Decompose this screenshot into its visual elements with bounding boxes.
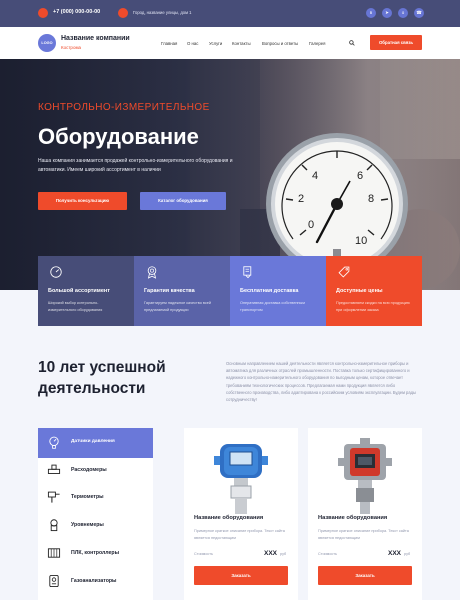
gauge-tick-2: 2 <box>298 193 304 205</box>
nav-link-services[interactable]: Услуги <box>209 41 222 46</box>
catalog-menu: Датчики давления Расходомеры Термометры … <box>38 428 153 600</box>
catalog-item-label: ПЛК, контроллеры <box>71 550 120 556</box>
catalog-item-label: Газоанализаторы <box>71 578 117 584</box>
feature-card-quality: Гарантия качества Гарантируем надежное к… <box>134 256 230 326</box>
telegram-icon[interactable]: ➤ <box>382 8 392 18</box>
gauge-icon <box>50 266 62 278</box>
gauge-tick-6: 6 <box>357 170 363 182</box>
order-button[interactable]: Заказать <box>318 566 412 585</box>
catalog-item-gas-analyzers[interactable]: Газоанализаторы <box>38 567 153 597</box>
callback-button[interactable]: Обратная связь <box>370 35 422 50</box>
price-tag-icon <box>338 266 350 278</box>
catalog-item-level-meters[interactable]: Уровнемеры <box>38 511 153 541</box>
whatsapp-icon[interactable]: ☎ <box>414 8 424 18</box>
search-icon[interactable] <box>349 40 355 46</box>
nav-link-contacts[interactable]: Контакты <box>232 41 251 46</box>
product-description: Примерное краткое описание прибора. Текс… <box>194 529 285 540</box>
price-label: Стоимость <box>194 552 214 556</box>
feature-text: Широкий выбор контрольно-измерительного … <box>48 301 103 312</box>
plc-controller-icon <box>47 548 61 558</box>
location-icon <box>118 8 128 18</box>
pressure-sensor-icon <box>49 436 59 449</box>
catalog-item-flowmeters[interactable]: Расходомеры <box>38 456 153 486</box>
about-text: Основным направлением нашей деятельности… <box>226 361 416 403</box>
nav-link-about[interactable]: О нас <box>187 41 198 46</box>
feature-text: Оперативная доставка собственным транспо… <box>240 301 305 312</box>
catalog-item-label: Уровнемеры <box>71 522 104 528</box>
flowmeter-icon <box>47 464 61 474</box>
top-bar: +7 (000) 000-00-00 Город, название улицы… <box>0 0 460 27</box>
catalog-item-label: Термометры <box>71 494 104 500</box>
feature-text: Гарантируем надежное качество всей предл… <box>144 301 211 312</box>
product-price: ХХХ <box>388 550 402 557</box>
order-button[interactable]: Заказать <box>194 566 288 585</box>
feature-title: Большой ассортимент <box>48 288 110 294</box>
price-label: Стоимость <box>318 552 338 556</box>
feature-title: Доступные цены <box>336 288 383 294</box>
nav-link-gallery[interactable]: Галерея <box>309 41 325 46</box>
award-icon <box>147 266 157 279</box>
catalog-item-plc[interactable]: ПЛК, контроллеры <box>38 539 153 569</box>
gauge-tick-10: 10 <box>355 235 367 247</box>
about-title: 10 лет успешной деятельности <box>38 359 166 397</box>
delivery-icon <box>243 266 252 279</box>
company-name: Название компании <box>61 35 130 42</box>
phone-link[interactable]: +7 (000) 000-00-00 <box>53 9 100 15</box>
city-selector[interactable]: Кострома <box>61 45 81 50</box>
nav-link-faq[interactable]: Вопросы и ответы <box>262 41 298 46</box>
product-description: Примерное краткое описание прибора. Текс… <box>318 529 409 540</box>
hero-title: Оборудование <box>38 124 199 149</box>
feature-card-prices: Доступные цены Предоставляем скидки на в… <box>326 256 422 326</box>
feature-title: Бесплатная доставка <box>240 288 299 294</box>
address-text: Город, название улицы, дом 1 <box>133 10 192 15</box>
feature-title: Гарантия качества <box>144 288 195 294</box>
logo[interactable]: LOGO <box>38 34 56 52</box>
vk-icon[interactable]: в <box>366 8 376 18</box>
product-title[interactable]: Название оборудования <box>194 515 263 521</box>
price-unit: руб <box>280 552 287 556</box>
gas-analyzer-icon <box>49 574 59 588</box>
nav-link-home[interactable]: Главная <box>161 41 177 46</box>
catalog-item-thermometers[interactable]: Термометры <box>38 483 153 513</box>
product-price: ХХХ <box>264 550 278 557</box>
catalog-item-label: Датчики давления <box>71 439 115 444</box>
red-gas-detector-image <box>338 438 392 514</box>
thermometer-icon <box>47 491 60 503</box>
consultation-button[interactable]: Получить консультацию <box>38 192 127 210</box>
feature-text: Предоставляем скидки на всю продукцию пр… <box>336 301 410 312</box>
feature-card-delivery: Бесплатная доставка Оперативная доставка… <box>230 256 326 326</box>
product-title[interactable]: Название оборудования <box>318 515 387 521</box>
gauge-tick-4: 4 <box>312 170 318 182</box>
phone-icon <box>38 8 48 18</box>
blue-pressure-sensor-image <box>214 444 268 514</box>
gauge-tick-0: 0 <box>308 219 314 231</box>
ok-icon[interactable]: о <box>398 8 408 18</box>
hero-text: Наша компания занимается продажей контро… <box>38 158 233 173</box>
gauge-tick-8: 8 <box>368 193 374 205</box>
hero-subtitle: КОНТРОЛЬНО-ИЗМЕРИТЕЛЬНОЕ <box>38 102 210 113</box>
price-unit: руб <box>404 552 411 556</box>
catalog-item-pressure-sensors[interactable]: Датчики давления <box>38 428 153 458</box>
level-meter-icon <box>50 519 58 532</box>
feature-card-assortment: Большой ассортимент Широкий выбор контро… <box>38 256 134 326</box>
catalog-item-label: Расходомеры <box>71 467 107 473</box>
catalog-button[interactable]: Каталог оборудования <box>140 192 226 210</box>
